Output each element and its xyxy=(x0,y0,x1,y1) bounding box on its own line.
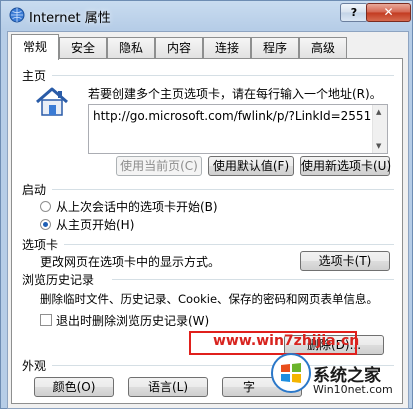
tab-connections[interactable]: 连接 xyxy=(203,37,251,58)
divider xyxy=(52,189,394,190)
tab-general[interactable]: 常规 xyxy=(11,34,59,60)
help-button[interactable]: ? xyxy=(340,3,368,22)
windows-logo-icon xyxy=(271,353,311,393)
homepage-instruction: 若要创建多个主页选项卡，请在每行输入一个地址(R)。 xyxy=(88,87,382,101)
homepage-url-textarea[interactable]: http://go.microsoft.com/fwlink/p/?LinkId… xyxy=(88,104,388,154)
startup-last-session-radio[interactable] xyxy=(40,201,51,212)
homepage-url-value: http://go.microsoft.com/fwlink/p/?LinkId… xyxy=(93,109,372,123)
use-default-button[interactable]: 使用默认值(F) xyxy=(208,156,294,176)
watermark-logo-subtext: Win10net.com xyxy=(313,383,393,396)
tab-programs[interactable]: 程序 xyxy=(251,37,299,58)
tabs-settings-button[interactable]: 选项卡(T) xyxy=(300,251,390,271)
tab-privacy[interactable]: 隐私 xyxy=(107,37,155,58)
delete-on-exit-checkbox[interactable] xyxy=(40,314,52,326)
use-current-button[interactable]: 使用当前页(C) xyxy=(116,156,202,176)
startup-homepage-label[interactable]: 从主页开始(H) xyxy=(56,216,134,233)
divider xyxy=(112,279,394,280)
history-section-title: 浏览历史记录 xyxy=(22,273,95,287)
appearance-section-title: 外观 xyxy=(22,359,47,373)
tab-security[interactable]: 安全 xyxy=(59,37,107,58)
languages-button[interactable]: 语言(L) xyxy=(128,377,208,397)
globe-icon xyxy=(9,7,25,23)
title-bar[interactable]: Internet 属性 ? ✕ xyxy=(1,1,412,29)
tab-advanced[interactable]: 高级 xyxy=(299,37,347,58)
homepage-section-title: 主页 xyxy=(22,69,47,83)
tabs-section-title: 选项卡 xyxy=(22,238,59,252)
startup-section-title: 启动 xyxy=(22,183,47,197)
divider xyxy=(52,75,394,76)
history-description: 删除临时文件、历史记录、Cookie、保存的密码和网页表单信息。 xyxy=(40,292,379,306)
startup-homepage-radio[interactable] xyxy=(40,219,51,230)
scroll-down-icon[interactable]: ▼ xyxy=(376,142,381,150)
window-title: Internet 属性 xyxy=(29,11,111,26)
use-new-tab-button[interactable]: 使用新选项卡(U) xyxy=(300,156,391,176)
house-icon xyxy=(36,87,68,116)
watermark-url: www.win7zhijia.cn xyxy=(213,333,360,349)
close-button[interactable]: ✕ xyxy=(366,3,411,22)
startup-last-session-label[interactable]: 从上次会话中的选项卡开始(B) xyxy=(56,198,218,215)
colors-button[interactable]: 颜色(O) xyxy=(34,377,114,397)
tab-content[interactable]: 内容 xyxy=(155,37,203,58)
scroll-up-icon[interactable]: ▲ xyxy=(376,108,381,116)
delete-on-exit-label[interactable]: 退出时删除浏览历史记录(W) xyxy=(56,312,209,329)
url-scrollbar[interactable]: ▲ ▼ xyxy=(372,105,387,153)
tabs-description: 更改网页在选项卡中的显示方式。 xyxy=(40,255,221,269)
divider xyxy=(64,244,394,245)
internet-properties-window: Internet 属性 ? ✕ 常规 安全 隐私 内容 连接 程序 高级 主页 … xyxy=(0,0,413,409)
